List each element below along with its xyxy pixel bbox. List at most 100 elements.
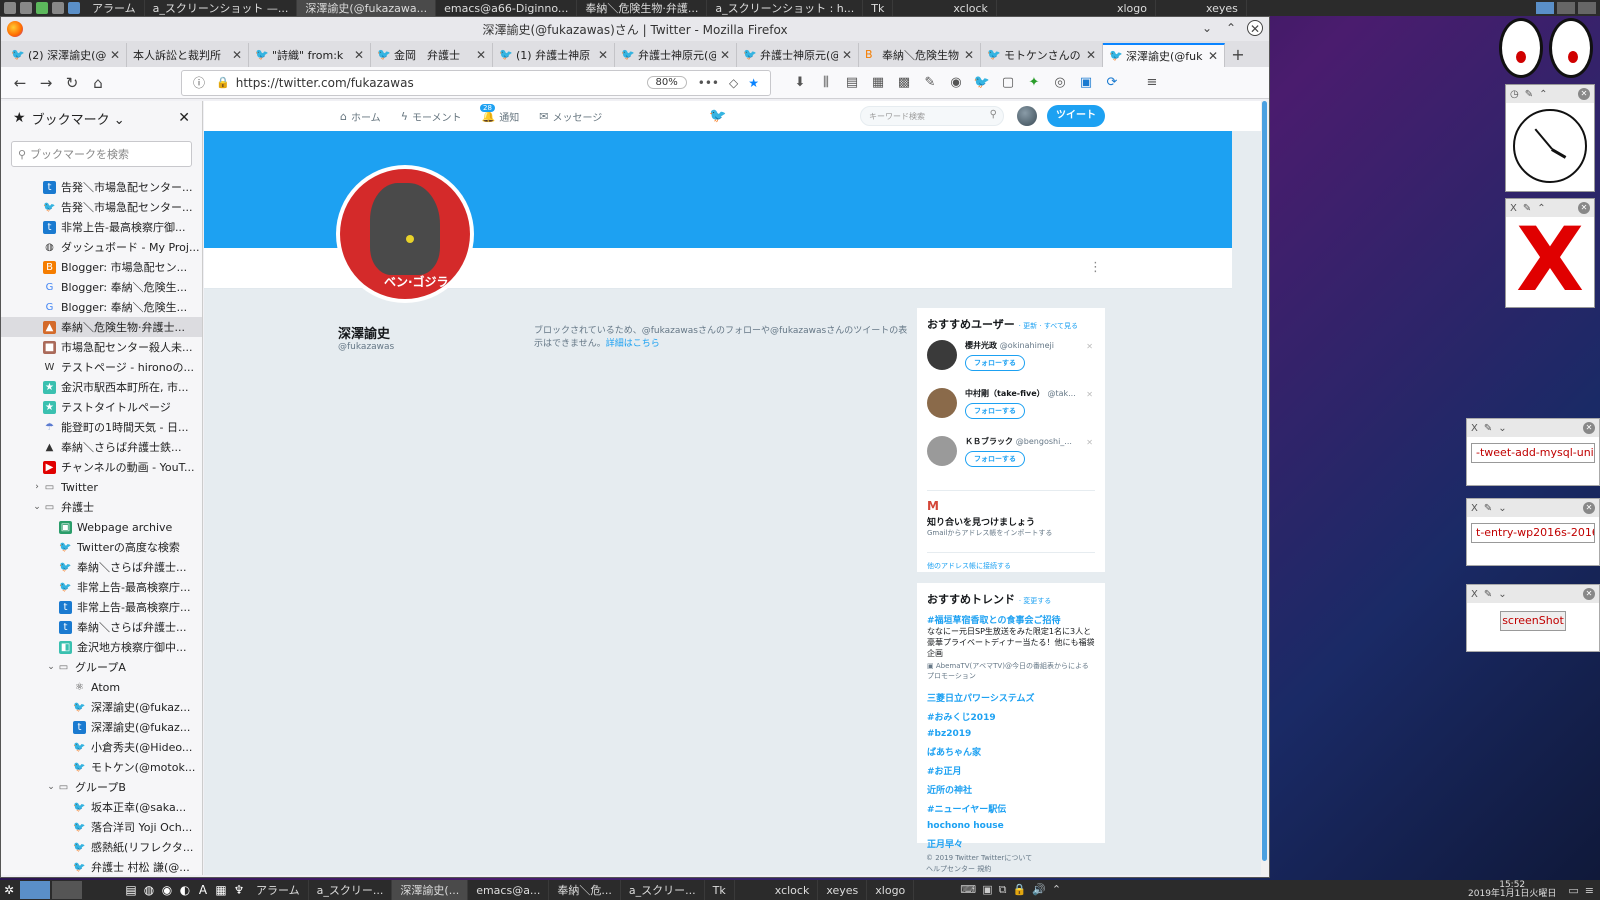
xclock-titlebar[interactable]: ◷ ✎ ⌃ ✕ (1506, 85, 1594, 103)
chevron-down-icon[interactable]: ⌄ (1498, 589, 1506, 600)
app-launcher-icon[interactable]: ▦ (212, 881, 230, 899)
bookmark-item[interactable]: t 奉納＼さらば弁護士... (1, 617, 202, 637)
find-friends-subtitle[interactable]: Gmailからアドレス帳をインポートする (927, 528, 1095, 538)
follow-button[interactable]: フォローする (965, 355, 1025, 371)
chevron-down-icon[interactable]: ⌄ (1199, 20, 1215, 36)
bookmark-item[interactable]: ★ テストタイトルページ (1, 397, 202, 417)
taskbar-item[interactable]: emacs@a... (468, 880, 550, 900)
xclock-window[interactable]: ◷ ✎ ⌃ ✕ (1505, 84, 1595, 192)
suggested-user[interactable]: 中村剛（take-five） @tak... フォローする ✕ (927, 388, 1095, 428)
xlogo-window[interactable]: X ✎ ⌃ ✕ X (1505, 198, 1595, 308)
bookmark-item[interactable]: G Blogger: 奉納＼危険生... (1, 297, 202, 317)
taskbar-item-active[interactable]: 深澤諭史(... (392, 880, 469, 900)
info-icon[interactable]: ⓘ (193, 74, 205, 91)
suggested-user[interactable]: ＫＢブラック @bengoshi_... フォローする ✕ (927, 436, 1095, 476)
bookmark-item[interactable]: 🐦 Twitterの高度な検索 (1, 537, 202, 557)
taskbar-item[interactable]: xeyes (818, 880, 868, 900)
nav-moments[interactable]: ϟ モーメント (401, 109, 462, 124)
close-icon[interactable]: ✕ (1583, 502, 1595, 514)
user-avatar[interactable] (927, 340, 957, 370)
chevron-down-icon[interactable]: ⌄ (45, 662, 57, 672)
nav-messages[interactable]: ✉ メッセージ (539, 109, 602, 124)
trend-item[interactable]: 三菱日立パワーシステムズ (927, 691, 1095, 704)
footer-line[interactable]: © 2019 Twitter Twitterについて (926, 853, 1032, 864)
more-options-icon[interactable]: ⋮ (1089, 260, 1102, 275)
hamburger-menu-icon[interactable]: ≡ (1139, 70, 1165, 96)
desktop-box[interactable] (1557, 2, 1575, 14)
app-launcher-icon[interactable]: ◍ (140, 881, 158, 899)
bookmark-item[interactable]: ■ 市場急配センター殺人未... (1, 337, 202, 357)
bookmark-item[interactable]: W テストページ - hironoの... (1, 357, 202, 377)
sidebar-title[interactable]: ブックマーク ⌄ (32, 109, 179, 128)
taskbar-item[interactable]: a_スクリー... (621, 880, 705, 900)
download-icon[interactable]: ⬇ (787, 70, 813, 96)
bookmark-item[interactable]: ☂ 能登町の1時間天気 - 日... (1, 417, 202, 437)
sync-icon[interactable]: ⟳ (1099, 70, 1125, 96)
profile-handle[interactable]: @fukazawas (338, 342, 394, 352)
bookmark-folder[interactable]: ⌄ ▭ 弁護士 (1, 497, 202, 517)
taskbar-item[interactable]: Tk (705, 880, 735, 900)
chrome-icon[interactable]: ◉ (158, 881, 176, 899)
pin-icon[interactable]: ✎ (1484, 503, 1492, 514)
bookmark-item-selected[interactable]: ▲ 奉納＼危険生物·弁護士... (1, 317, 202, 337)
chevron-up-icon[interactable]: ⌃ (1539, 89, 1547, 100)
bookmark-item[interactable]: 🐦 奉納＼さらば弁護士... (1, 557, 202, 577)
pencil-icon[interactable]: ✎ (917, 70, 943, 96)
bookmark-folder[interactable]: › ▭ Twitter (1, 477, 202, 497)
browser-tab[interactable]: 🐦 モトケンさんの ✕ (981, 43, 1103, 67)
zoom-indicator[interactable]: 80% (646, 76, 687, 89)
taskbar-item[interactable]: a_スクリー... (309, 880, 393, 900)
tk-window[interactable]: X ✎ ⌄ ✕ -tweet-add-mysql-uniq.r (1466, 418, 1600, 486)
browser-tab[interactable]: 🐦 弁護士神原元(@ ✕ (615, 43, 737, 67)
close-icon[interactable]: ✕ (598, 48, 608, 62)
app-launcher-icon[interactable]: ▤ (122, 881, 140, 899)
taskbar-item[interactable]: アラーム (248, 880, 309, 900)
browser-tab[interactable]: 🐦 弁護士神原元(@ ✕ (737, 43, 859, 67)
bookmark-item[interactable]: 🐦 モトケン(@motok... (1, 757, 202, 777)
app-launcher-icon[interactable]: ♆ (230, 881, 248, 899)
lock-icon[interactable]: 🔒 (1012, 883, 1026, 897)
nav-notifications[interactable]: 🔔 28 通知 (480, 104, 519, 124)
tk-text-field[interactable]: t-entry-wp2016s-20161 (1471, 523, 1595, 543)
bookmark-item[interactable]: ▣ Webpage archive (1, 517, 202, 537)
app-icon[interactable] (36, 2, 48, 14)
bookmark-folder[interactable]: ⌄ ▭ グループA (1, 657, 202, 677)
url-bar[interactable]: ⓘ 🔒 https://twitter.com/fukazawas 80% ••… (181, 69, 771, 96)
trend-item[interactable]: #お正月 (927, 764, 1095, 777)
profile-avatar[interactable]: ベン·ゴジラ (336, 165, 474, 303)
sidebar-icon[interactable]: ▤ (839, 70, 865, 96)
network-icon[interactable]: ⧉ (999, 883, 1007, 897)
chevron-down-icon[interactable]: ⌄ (45, 782, 57, 792)
clock[interactable]: 15:52 2019年1月1日火曜日 (1462, 881, 1562, 899)
bookmark-item[interactable]: t 深澤諭史(@fukaz... (1, 717, 202, 737)
twitter-search-input[interactable]: キーワード検索 ⚲ (860, 106, 1004, 126)
tk-window[interactable]: X ✎ ⌄ ✕ screenShot (1466, 584, 1600, 652)
screenshot-button[interactable]: screenShot (1500, 611, 1566, 631)
bookmark-item[interactable]: B Blogger: 市場急配セン... (1, 257, 202, 277)
close-icon[interactable]: ✕ (110, 48, 120, 62)
reader-icon[interactable]: ▦ (865, 70, 891, 96)
extension-icon[interactable]: ◎ (1047, 70, 1073, 96)
top-task[interactable]: xclock (893, 0, 997, 16)
dismiss-icon[interactable]: ✕ (1086, 438, 1093, 447)
keyboard-icon[interactable]: ⌨ (960, 883, 976, 897)
vertical-scrollbar[interactable] (1261, 101, 1269, 875)
trend-item[interactable]: hochono house (927, 821, 1095, 831)
promoted-trend[interactable]: #福垣草宿香取との食事会ご招待 (927, 613, 1095, 626)
top-task[interactable]: emacs@a66-Diginno... (436, 0, 578, 16)
connect-address-book-link[interactable]: 他のアドレス帳に接続する (927, 552, 1095, 571)
close-icon[interactable]: ✕ (476, 48, 486, 62)
footer-line[interactable]: ヘルプセンター 規約 (926, 864, 1032, 875)
browser-tab[interactable]: 🐦 (1) 弁護士神原 ✕ (493, 43, 615, 67)
bookmark-folder[interactable]: ⌄ ▭ グループB (1, 777, 202, 797)
find-friends-title[interactable]: 知り合いを見つけましょう (927, 515, 1095, 528)
app-launcher-icon[interactable]: A (194, 881, 212, 899)
desktop-box[interactable] (1578, 2, 1596, 14)
tk-titlebar[interactable]: X ✎ ⌄ ✕ (1467, 585, 1599, 603)
close-icon[interactable]: ✕ (232, 48, 242, 62)
desktop-pager-box[interactable] (20, 881, 50, 899)
bookmark-item[interactable]: 🐦 感熱紙(リフレクタ... (1, 837, 202, 857)
bookmark-item[interactable]: t 非常上告-最高検察庁... (1, 597, 202, 617)
library-icon[interactable]: ⫼ (813, 70, 839, 96)
close-icon[interactable]: ✕ (354, 48, 364, 62)
